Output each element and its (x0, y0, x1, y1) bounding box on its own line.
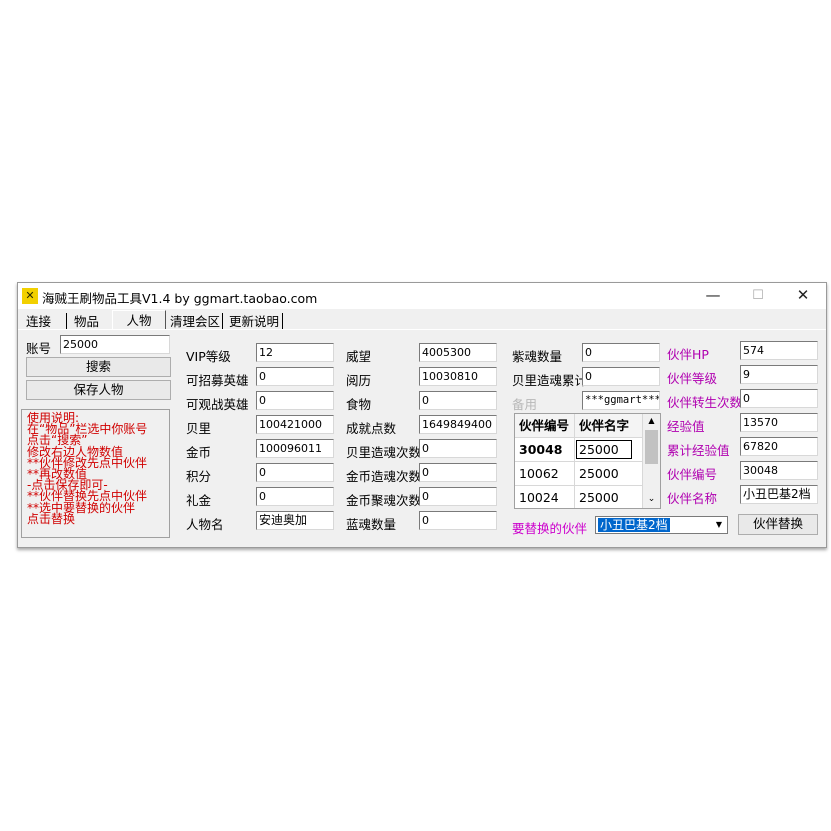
app-logo-icon: ✕ (22, 288, 38, 304)
instruction-line: 点击替换 (27, 511, 76, 526)
gold-gather-soul-input[interactable]: 0 (419, 487, 497, 506)
table-row-name[interactable]: 25000 (575, 486, 643, 508)
achievement-points-label: 成就点数 (346, 421, 397, 436)
spectate-heroes-label: 可观战英雄 (186, 397, 249, 412)
search-button[interactable]: 搜索 (26, 357, 171, 377)
experience-input[interactable]: 10030810 (419, 367, 497, 386)
tab-character[interactable]: 人物 (112, 310, 166, 330)
table-row-id[interactable]: 30048 (515, 438, 575, 462)
gold-soul-count-input[interactable]: 0 (419, 463, 497, 482)
grid-cell-editor[interactable]: 25000 (576, 440, 632, 459)
instructions-box: 使用说明: 在“物品”栏选中你账号 点击“搜索” 修改右边人物数值 **伙伴修改… (21, 409, 170, 538)
tab-divider (222, 313, 223, 329)
replace-partner-button[interactable]: 伙伴替换 (738, 514, 818, 535)
purple-soul-input[interactable]: 0 (582, 343, 660, 362)
berry-soul-count-input[interactable]: 0 (419, 439, 497, 458)
gold-gather-soul-label: 金币聚魂次数 (346, 493, 422, 508)
grid-scrollbar[interactable]: ▲ ⌄ (643, 414, 660, 508)
replace-partner-select[interactable]: 小丑巴基2档 ▼ (595, 516, 728, 534)
chevron-down-icon[interactable]: ▼ (712, 518, 726, 532)
blue-soul-label: 蓝魂数量 (346, 517, 397, 532)
replace-partner-selected: 小丑巴基2档 (598, 518, 670, 532)
table-row-id[interactable]: 10062 (515, 462, 575, 486)
recruitable-heroes-input[interactable]: 0 (256, 367, 334, 386)
account-input[interactable]: 25000 (60, 335, 170, 354)
gold-soul-count-label: 金币造魂次数 (346, 469, 422, 484)
food-input[interactable]: 0 (419, 391, 497, 410)
berry-soul-count-label: 贝里造魂次数 (346, 445, 422, 460)
partner-hp-input[interactable]: 574 (740, 341, 818, 360)
table-row-name[interactable]: 25000 (575, 462, 643, 486)
prestige-label: 威望 (346, 349, 372, 364)
prestige-input[interactable]: 4005300 (419, 343, 497, 362)
scroll-thumb[interactable] (645, 430, 658, 464)
table-row-id[interactable]: 10024 (515, 486, 575, 508)
scroll-up-icon[interactable]: ▲ (643, 414, 660, 428)
tab-divider (66, 313, 67, 329)
tab-connect[interactable]: 连接 (26, 313, 51, 330)
vip-level-label: VIP等级 (186, 349, 231, 364)
app-window: ✕ 海贼王刷物品工具V1.4 by ggmart.taobao.com — ☐ … (17, 282, 827, 548)
table-row-name[interactable]: 25000 (575, 438, 643, 462)
food-label: 食物 (346, 397, 372, 412)
replace-partner-label: 要替换的伙伴 (512, 521, 588, 536)
berry-soul-total-input[interactable]: 0 (582, 367, 660, 386)
partner-rebirth-label: 伙伴转生次数 (667, 395, 743, 410)
partner-level-label: 伙伴等级 (667, 371, 718, 386)
reserve-input[interactable]: ***ggmart*** (582, 391, 660, 410)
gold-input[interactable]: 100096011 (256, 439, 334, 458)
partner-name-label: 伙伴名称 (667, 491, 718, 506)
partner-exp-label: 经验值 (667, 419, 705, 434)
experience-label: 阅历 (346, 373, 372, 388)
scroll-down-icon[interactable]: ⌄ (643, 492, 660, 506)
points-label: 积分 (186, 469, 212, 484)
partner-rebirth-input[interactable]: 0 (740, 389, 818, 408)
window-title: 海贼王刷物品工具V1.4 by ggmart.taobao.com (42, 291, 318, 306)
tab-changelog[interactable]: 更新说明 (229, 313, 279, 330)
partner-exp-input[interactable]: 13570 (740, 413, 818, 432)
reserve-label: 备用 (512, 397, 538, 412)
partner-grid[interactable]: 伙伴编号 伙伴名字 30048 25000 10062 25000 10024 … (514, 413, 661, 509)
tab-clean-guild[interactable]: 清理会区 (170, 313, 220, 330)
grid-header-id: 伙伴编号 (515, 414, 575, 438)
gift-money-label: 礼金 (186, 493, 212, 508)
blue-soul-input[interactable]: 0 (419, 511, 497, 530)
recruitable-heroes-label: 可招募英雄 (186, 373, 249, 388)
partner-total-exp-label: 累计经验值 (667, 443, 730, 458)
berry-label: 贝里 (186, 421, 212, 436)
purple-soul-label: 紫魂数量 (512, 349, 563, 364)
spectate-heroes-input[interactable]: 0 (256, 391, 334, 410)
berry-soul-total-label: 贝里造魂累计 (512, 373, 588, 388)
character-name-label: 人物名 (186, 517, 224, 532)
berry-input[interactable]: 100421000 (256, 415, 334, 434)
minimize-button[interactable]: — (690, 283, 736, 309)
gold-label: 金币 (186, 445, 212, 460)
panel-border (18, 329, 826, 330)
partner-level-input[interactable]: 9 (740, 365, 818, 384)
tab-items[interactable]: 物品 (74, 313, 99, 330)
save-character-button[interactable]: 保存人物 (26, 380, 171, 400)
partner-name-input[interactable]: 小丑巴基2档 (740, 485, 818, 504)
tab-divider (282, 313, 283, 329)
character-name-input[interactable]: 安迪奥加 (256, 511, 334, 530)
partner-hp-label: 伙伴HP (667, 347, 709, 362)
partner-total-exp-input[interactable]: 67820 (740, 437, 818, 456)
gift-money-input[interactable]: 0 (256, 487, 334, 506)
maximize-button[interactable]: ☐ (735, 283, 781, 309)
partner-id-label: 伙伴编号 (667, 467, 718, 482)
account-label: 账号 (26, 341, 52, 356)
achievement-points-input[interactable]: 1649849400 (419, 415, 497, 434)
grid-header-name: 伙伴名字 (575, 414, 643, 438)
partner-id-input[interactable]: 30048 (740, 461, 818, 480)
vip-level-input[interactable]: 12 (256, 343, 334, 362)
title-bar[interactable]: ✕ 海贼王刷物品工具V1.4 by ggmart.taobao.com — ☐ … (18, 283, 826, 309)
points-input[interactable]: 0 (256, 463, 334, 482)
tab-bar: 连接 物品 人物 清理会区 更新说明 (18, 310, 826, 330)
close-button[interactable]: ✕ (780, 283, 826, 309)
